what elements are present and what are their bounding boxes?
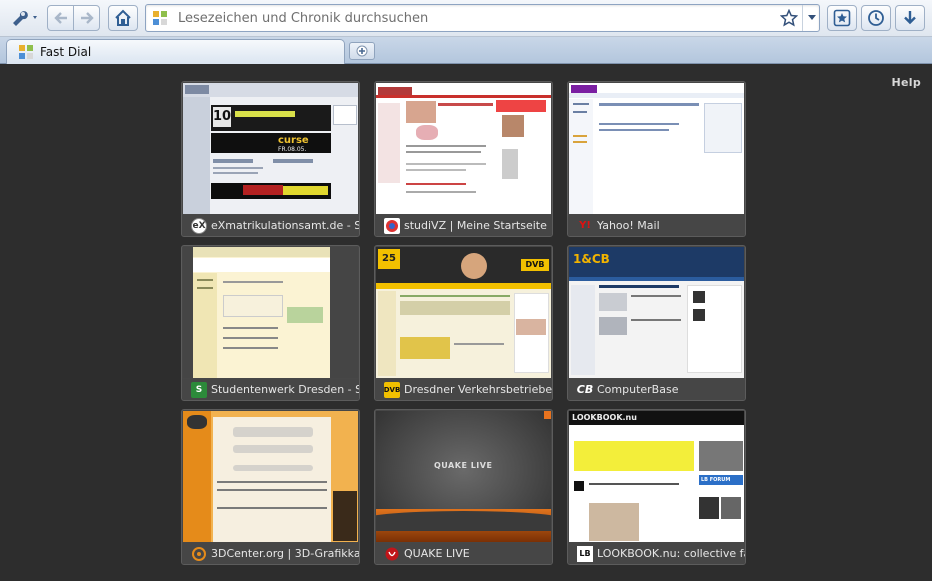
tile-title: QUAKE LIVE bbox=[404, 547, 470, 560]
exmatrikulationsamt-icon: eX bbox=[191, 217, 207, 234]
tile-caption: CB ComputerBase bbox=[568, 379, 745, 400]
bookmark-star-icon[interactable] bbox=[780, 9, 798, 27]
plus-icon bbox=[356, 45, 368, 57]
thumb-text: curse bbox=[278, 135, 309, 146]
tile-title: Yahoo! Mail bbox=[597, 219, 660, 232]
tile-thumbnail bbox=[183, 411, 358, 542]
forward-button[interactable] bbox=[73, 5, 100, 31]
studivz-icon bbox=[384, 217, 400, 234]
address-bar[interactable] bbox=[145, 4, 820, 32]
tile-thumbnail bbox=[569, 83, 744, 214]
tile-caption: LB LOOKBOOK.nu: collective fa bbox=[568, 543, 745, 564]
thumb-logo: QUAKE LIVE bbox=[434, 461, 493, 470]
wrench-icon bbox=[13, 11, 37, 26]
tab-strip: Fast Dial bbox=[0, 37, 932, 64]
fast-dial-icon bbox=[19, 45, 33, 59]
home-icon bbox=[115, 9, 131, 26]
speed-dial-tile[interactable]: 25 DVB DVB Dresdner Verkehrsbetriebe bbox=[374, 245, 553, 401]
downloads-button[interactable] bbox=[895, 5, 925, 31]
tab-label: Fast Dial bbox=[40, 45, 92, 59]
fast-dial-page: Help 10 curse FR.08.05. eX eXmatrikulati… bbox=[0, 65, 932, 581]
tile-caption: S Studentenwerk Dresden - S bbox=[182, 379, 359, 400]
tab-fast-dial[interactable]: Fast Dial bbox=[6, 39, 345, 64]
bookmarks-button[interactable] bbox=[827, 5, 857, 31]
new-tab-button[interactable] bbox=[349, 42, 375, 60]
tile-title: Studentenwerk Dresden - S bbox=[211, 383, 359, 396]
yahoo-icon: Y! bbox=[579, 220, 591, 231]
chevron-down-icon bbox=[807, 15, 816, 20]
bookmarks-star-icon bbox=[833, 9, 851, 27]
tile-title: 3DCenter.org | 3D-Grafikka bbox=[211, 547, 359, 560]
3dcenter-icon bbox=[191, 546, 207, 562]
speed-dial-tile[interactable]: 3DCenter.org | 3D-Grafikka bbox=[181, 409, 360, 565]
tools-menu-button[interactable] bbox=[6, 5, 44, 31]
tile-title: eXmatrikulationsamt.de - S bbox=[211, 219, 359, 232]
quake-icon bbox=[384, 546, 400, 562]
lookbook-icon: LB bbox=[577, 545, 593, 562]
download-arrow-icon bbox=[904, 11, 916, 25]
arrow-left-icon bbox=[53, 12, 67, 24]
studentenwerk-icon: S bbox=[191, 381, 207, 398]
tile-thumbnail: 10 curse FR.08.05. bbox=[183, 83, 358, 214]
tile-thumbnail bbox=[376, 83, 551, 214]
navigation-toolbar bbox=[0, 0, 932, 37]
thumb-logo: DVB bbox=[521, 259, 549, 271]
speed-dial-tile[interactable]: S Studentenwerk Dresden - S bbox=[181, 245, 360, 401]
tile-thumbnail: QUAKE LIVE bbox=[376, 411, 551, 542]
computerbase-icon: CB bbox=[576, 383, 594, 396]
tile-caption: 3DCenter.org | 3D-Grafikka bbox=[182, 543, 359, 564]
speed-dial-tile[interactable]: Y! Yahoo! Mail bbox=[567, 81, 746, 237]
tile-title: Dresdner Verkehrsbetriebe bbox=[404, 383, 552, 396]
clock-icon bbox=[868, 10, 884, 26]
speed-dial-tile[interactable]: LOOKBOOK.nu LB FORUM LB LOOKBOOK.nu: col… bbox=[567, 409, 746, 565]
thumb-logo: LOOKBOOK.nu bbox=[572, 413, 637, 422]
url-input[interactable] bbox=[178, 8, 738, 28]
home-button[interactable] bbox=[108, 5, 138, 31]
tile-title: ComputerBase bbox=[597, 383, 679, 396]
tile-caption: eX eXmatrikulationsamt.de - S bbox=[182, 215, 359, 236]
tile-caption: studiVZ | Meine Startseite bbox=[375, 215, 552, 236]
speed-dial-tile[interactable]: studiVZ | Meine Startseite bbox=[374, 81, 553, 237]
dvb-icon: DVB bbox=[384, 381, 400, 398]
tile-caption: Y! Yahoo! Mail bbox=[568, 215, 745, 236]
tile-thumbnail bbox=[183, 247, 358, 378]
tile-thumbnail: 25 DVB bbox=[376, 247, 551, 378]
thumb-badge: 25 bbox=[378, 249, 400, 269]
tile-thumbnail: LOOKBOOK.nu LB FORUM bbox=[569, 411, 744, 542]
back-button[interactable] bbox=[47, 5, 74, 31]
thumb-logo: 1&CB bbox=[573, 252, 610, 266]
arrow-right-icon bbox=[80, 12, 94, 24]
thumb-text: LB FORUM bbox=[699, 475, 743, 485]
tile-thumbnail: 1&CB bbox=[569, 247, 744, 378]
help-link[interactable]: Help bbox=[891, 76, 921, 89]
speed-dial-tile[interactable]: 10 curse FR.08.05. eX eXmatrikulationsam… bbox=[181, 81, 360, 237]
url-dropdown-button[interactable] bbox=[802, 5, 820, 31]
speed-dial-tile[interactable]: QUAKE LIVE QUAKE LIVE bbox=[374, 409, 553, 565]
thumb-text: FR.08.05. bbox=[278, 146, 307, 153]
tile-title: studiVZ | Meine Startseite bbox=[404, 219, 547, 232]
tile-caption: DVB Dresdner Verkehrsbetriebe bbox=[375, 379, 552, 400]
tile-title: LOOKBOOK.nu: collective fa bbox=[597, 547, 745, 560]
fast-dial-icon bbox=[153, 11, 167, 25]
history-button[interactable] bbox=[861, 5, 891, 31]
tile-caption: QUAKE LIVE bbox=[375, 543, 552, 564]
speed-dial-tile[interactable]: 1&CB CB ComputerBase bbox=[567, 245, 746, 401]
